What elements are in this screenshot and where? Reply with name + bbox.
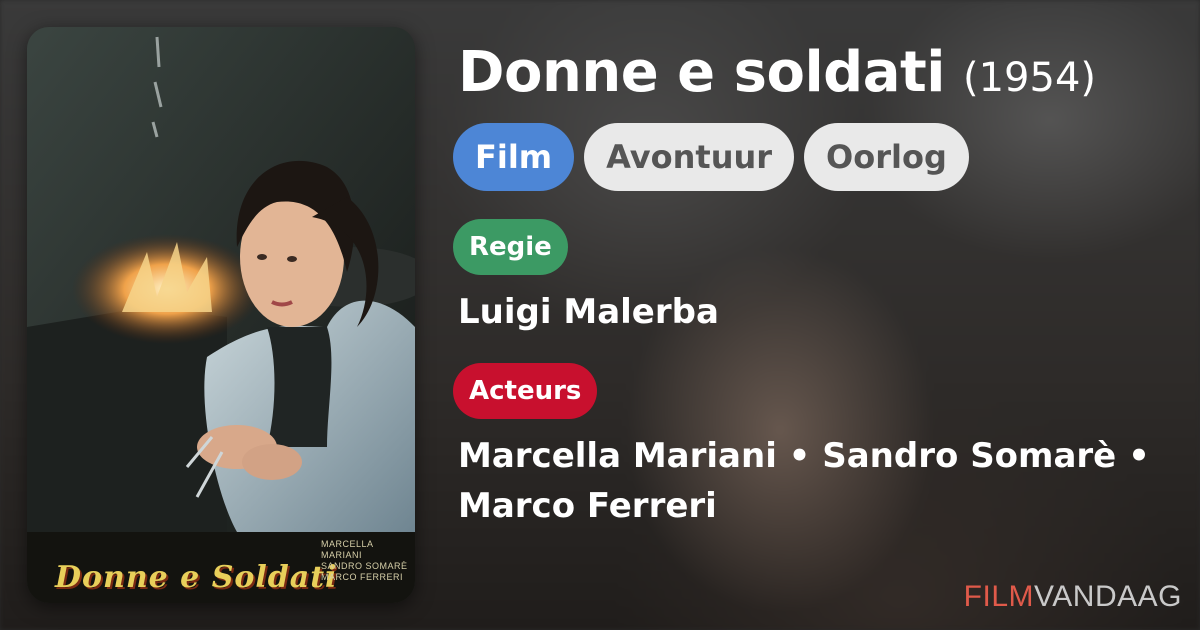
genre-tag-film[interactable]: Film — [453, 123, 575, 191]
cast-label: Acteurs — [453, 363, 598, 419]
filmvandaag-logo[interactable]: FILMVANDAAG — [964, 580, 1182, 614]
director-label: Regie — [453, 219, 568, 275]
cast-line-1[interactable]: Marcella Mariani • Sandro Somarè • — [458, 431, 1178, 481]
movie-title: Donne e soldati — [458, 40, 945, 105]
genre-tag-avontuur[interactable]: Avontuur — [584, 123, 795, 191]
poster-credit-3: MARCO FERRERI — [321, 572, 404, 582]
genre-tags: Film Avontuur Oorlog — [453, 123, 1178, 191]
cast-line-2[interactable]: Marco Ferreri — [458, 481, 1178, 531]
movie-year: (1954) — [962, 55, 1096, 101]
poster-title-logo: Donne e Soldati — [55, 560, 338, 595]
brand-part-vandaag: VANDAAG — [1034, 580, 1182, 613]
movie-poster[interactable]: Donne e Soldati MARCELLA MARIANI SANDRO … — [27, 27, 415, 603]
poster-artwork — [27, 27, 415, 532]
title-row: Donne e soldati (1954) — [458, 40, 1178, 105]
brand-part-film: FILM — [963, 580, 1035, 613]
poster-title-band: Donne e Soldati MARCELLA MARIANI SANDRO … — [27, 532, 415, 603]
cast-list: Marcella Mariani • Sandro Somarè • Marco… — [458, 431, 1178, 531]
poster-credit-2: SANDRO SOMARÈ — [321, 561, 408, 571]
genre-tag-oorlog[interactable]: Oorlog — [804, 123, 969, 191]
movie-info: Donne e soldati (1954) Film Avontuur Oor… — [453, 40, 1178, 531]
director-name[interactable]: Luigi Malerba — [458, 287, 1178, 337]
poster-credits: MARCELLA MARIANI SANDRO SOMARÈ MARCO FER… — [321, 539, 409, 583]
poster-credit-1: MARCELLA MARIANI — [321, 539, 374, 560]
